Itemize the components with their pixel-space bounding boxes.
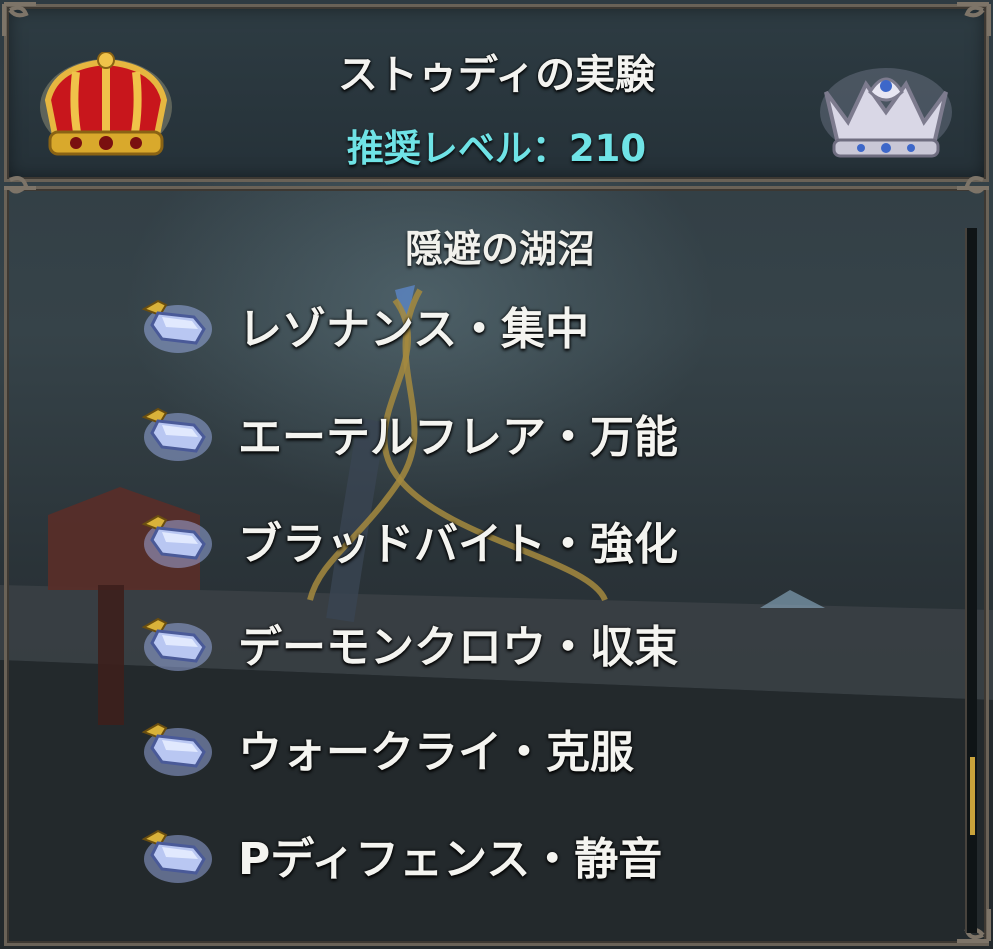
list-item[interactable]: Pディフェンス・静音: [140, 820, 662, 890]
list-item[interactable]: エーテルフレア・万能: [140, 398, 678, 468]
list-item[interactable]: デーモンクロウ・収束: [140, 608, 678, 678]
scrollbar-thumb[interactable]: [970, 757, 975, 835]
gem-icon: [141, 407, 212, 461]
section-title: 隠避の湖沼: [404, 227, 595, 271]
item-label: Pディフェンス・静音: [238, 834, 663, 885]
corner-ornament-icon: [957, 2, 991, 36]
list-item[interactable]: レゾナンス・集中: [140, 290, 589, 360]
gem-icon: [141, 722, 212, 776]
dungeon-info-window: ストゥディの実験 推奨レベル：210 隠避の湖沼 レゾナンス・集中 エーテルフレ…: [0, 0, 993, 949]
gem-icon: [141, 829, 212, 883]
gem-icon: [141, 514, 212, 568]
item-label: ブラッドバイト・強化: [238, 519, 678, 570]
item-label: エーテルフレア・万能: [238, 412, 678, 463]
item-label: レゾナンス・集中: [238, 304, 590, 355]
gem-icon: [141, 617, 212, 671]
corner-ornament-icon: [4, 176, 36, 194]
dungeon-title: ストゥディの実験: [337, 52, 656, 98]
list-item[interactable]: ウォークライ・克服: [140, 713, 634, 783]
item-label: ウォークライ・克服: [238, 727, 634, 778]
recommended-level: 推奨レベル：210: [346, 127, 647, 170]
corner-ornament-icon: [2, 2, 36, 36]
list-item[interactable]: ブラッドバイト・強化: [140, 505, 678, 575]
gem-icon: [141, 299, 212, 353]
corner-ornament-icon: [957, 176, 989, 194]
item-label: デーモンクロウ・収束: [238, 622, 678, 673]
